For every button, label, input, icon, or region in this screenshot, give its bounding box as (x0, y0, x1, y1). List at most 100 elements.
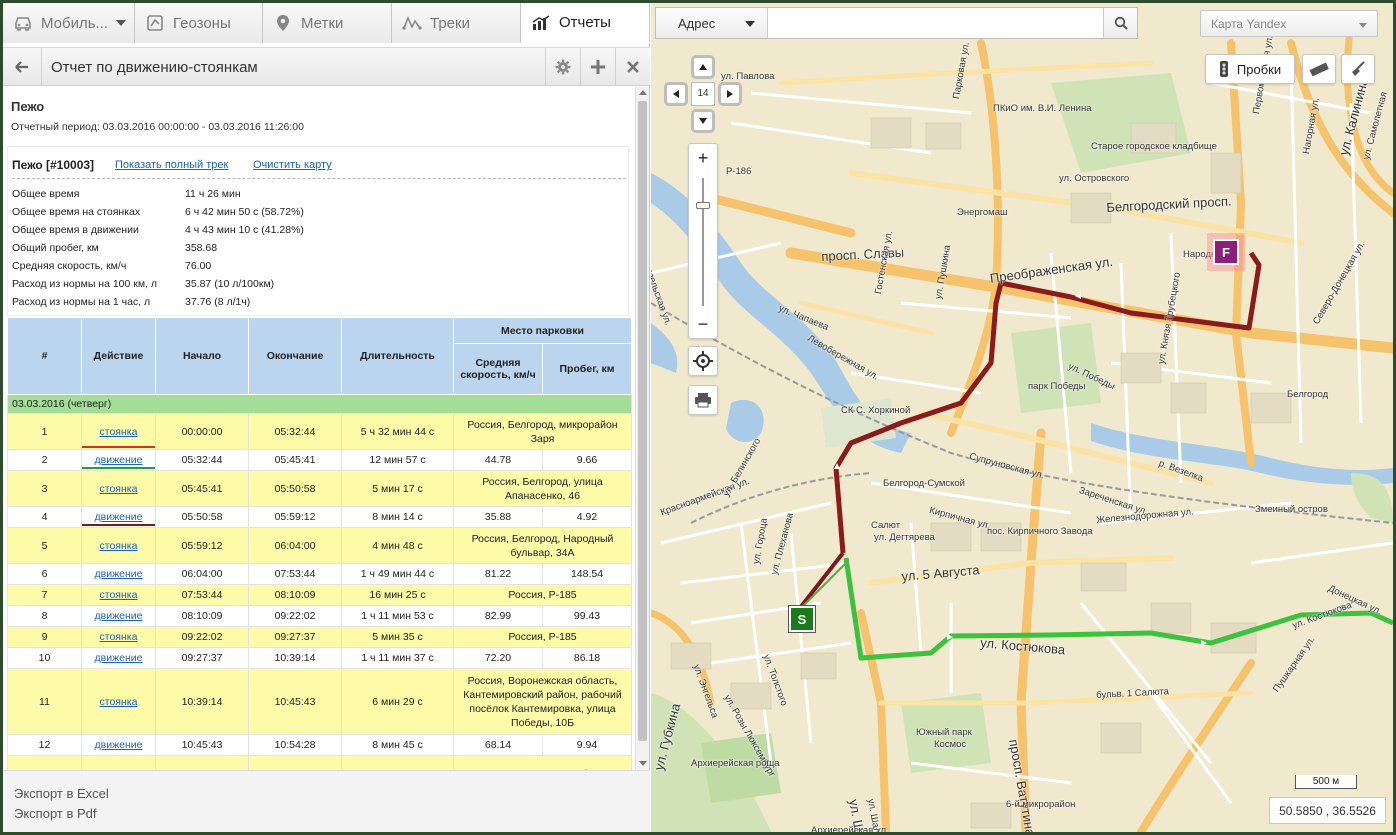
zoom-slider-handle[interactable] (696, 202, 710, 209)
cell-start: 08:10:09 (155, 605, 249, 627)
zoom-in-button[interactable]: + (689, 144, 717, 172)
ruler-button[interactable] (1302, 54, 1336, 84)
address-search-button[interactable] (1103, 8, 1137, 38)
col-header-start[interactable]: Начало (155, 317, 249, 395)
scrollbar[interactable] (635, 87, 649, 770)
scroll-down-icon[interactable] (639, 761, 647, 766)
table-row[interactable]: 3 стоянка 05:45:41 05:50:58 5 мин 17 с Россия… (7, 470, 633, 507)
back-button[interactable] (3, 48, 42, 86)
col-header-avg-speed[interactable]: Средняя скорость, км/ч (453, 343, 543, 395)
scroll-up-icon[interactable] (639, 90, 647, 95)
map-provider-label: Карта Yandex (1211, 17, 1287, 31)
tab-marks[interactable]: Метки (263, 3, 392, 43)
map-canvas[interactable] (651, 3, 1393, 832)
add-button[interactable] (580, 48, 615, 86)
show-full-track-link[interactable]: Показать полный трек (115, 159, 228, 171)
close-button[interactable] (615, 48, 650, 86)
action-link[interactable]: движение (95, 511, 143, 523)
cell-avg-speed: 81.22 (453, 563, 543, 585)
scrollbar-thumb[interactable] (638, 101, 647, 741)
tab-reports[interactable]: Отчеты (521, 3, 650, 43)
action-link[interactable]: стоянка (100, 589, 138, 601)
table-row[interactable]: 4 движение 05:50:58 05:59:12 8 мин 14 с 35.88… (7, 506, 633, 528)
cell-avg-speed: 68.14 (453, 734, 543, 756)
address-input[interactable] (769, 8, 1103, 38)
col-header-num[interactable]: # (7, 317, 82, 395)
action-link[interactable]: стоянка (100, 426, 138, 438)
map-view[interactable]: ул. Павлова ПКиО им. В.И. Ленина Старое го… (651, 3, 1393, 832)
action-link[interactable]: движение (95, 454, 143, 466)
pan-down-button[interactable] (691, 109, 715, 133)
clear-track-button[interactable] (1341, 54, 1375, 84)
tab-vehicles[interactable]: Мобиль... (3, 3, 135, 43)
stat-label: Средняя скорость, км/ч (12, 260, 127, 272)
chart-icon (531, 13, 551, 33)
export-excel-link[interactable]: Экспорт в Excel (14, 786, 109, 801)
map-scale: 500 м (1295, 775, 1357, 789)
cell-distance: 148.54 (541, 563, 633, 585)
pan-left-button[interactable] (664, 82, 688, 106)
action-link[interactable]: движение (95, 652, 143, 664)
table-row[interactable]: 12 движение 10:45:43 10:54:28 8 мин 45 с 68.1… (7, 734, 633, 756)
finish-marker[interactable]: F (1213, 239, 1239, 265)
action-link[interactable]: стоянка (100, 631, 138, 643)
chevron-down-icon[interactable] (116, 20, 126, 26)
col-header-action[interactable]: Действие (81, 317, 156, 395)
table-row[interactable]: 2 движение 05:32:44 05:45:41 12 мин 57 с 44.7… (7, 449, 633, 471)
cell-action: стоянка (81, 668, 156, 735)
zoom-control: + − (688, 143, 718, 339)
traffic-button[interactable]: Пробки (1205, 54, 1295, 84)
pan-up-button[interactable] (691, 55, 715, 79)
table-row[interactable]: 9 стоянка 09:22:02 09:27:37 5 мин 35 с Россия… (7, 626, 633, 648)
tab-label: Отчеты (559, 14, 611, 31)
map-provider-select[interactable]: Карта Yandex (1200, 10, 1378, 37)
tab-tracks[interactable]: Треки (392, 3, 521, 43)
cell-action: стоянка (81, 584, 156, 606)
cell-place: Россия, Белгород, Народный бульвар, 34А (452, 527, 633, 564)
stat-value: 4 ч 43 мин 10 с (41.28%) (185, 224, 304, 236)
table-row[interactable]: 7 стоянка 07:53:44 08:10:09 16 мин 25 с Росси… (7, 584, 633, 606)
col-header-distance[interactable]: Пробег, км (541, 343, 633, 395)
print-button[interactable] (688, 385, 718, 415)
cell-duration: 1 ч 11 мин 53 с (341, 605, 454, 627)
cell-avg-speed: 35.88 (453, 506, 543, 528)
cell-place: Россия, Воронежская область, (452, 755, 633, 770)
table-row[interactable]: 11 стоянка 10:39:14 10:45:43 6 мин 29 с Росси… (7, 668, 633, 735)
report-header: Отчет по движению-стоянкам (3, 47, 650, 86)
settings-button[interactable] (545, 48, 580, 86)
action-link[interactable]: стоянка (100, 483, 138, 495)
action-link[interactable]: стоянка (100, 696, 138, 708)
table-row[interactable]: 5 стоянка 05:59:12 06:04:00 4 мин 48 с Россия… (7, 527, 633, 564)
export-pdf-link[interactable]: Экспорт в Pdf (14, 806, 97, 821)
cell-duration: 1 ч 49 мин 44 с (341, 563, 454, 585)
pan-right-button[interactable] (718, 82, 742, 106)
traffic-label: Пробки (1236, 61, 1282, 77)
action-link[interactable]: движение (95, 568, 143, 580)
table-row[interactable]: 6 движение 06:04:00 07:53:44 1 ч 49 мин 44 с… (7, 563, 633, 585)
cell-duration: 16 мин 25 с (341, 584, 454, 606)
action-link[interactable]: движение (95, 610, 143, 622)
stat-value: 6 ч 42 мин 50 с (58.72%) (185, 206, 304, 218)
col-header-end[interactable]: Окончание (248, 317, 342, 395)
address-mode-select[interactable]: Адрес (656, 8, 768, 38)
action-link[interactable]: движение (95, 739, 143, 751)
table-row[interactable]: 10 движение 09:27:37 10:39:14 1 ч 11 мин 37 … (7, 647, 633, 669)
action-link[interactable]: стоянка (100, 540, 138, 552)
stat-row: Расход из нормы на 100 км, л 35.87 (10 л/… (12, 278, 274, 290)
locate-button[interactable] (688, 346, 718, 376)
cell-duration: 5 ч 32 мин 44 с (341, 413, 454, 450)
zoom-track[interactable] (702, 178, 704, 306)
cell-end: 06:04:00 (248, 527, 342, 564)
track-color-mark (82, 446, 155, 448)
map-label: Белгород (1287, 389, 1329, 400)
tab-geofences[interactable]: Геозоны (135, 3, 263, 43)
table-row[interactable]: 8 движение 08:10:09 09:22:02 1 ч 11 мин 53 с… (7, 605, 633, 627)
start-marker[interactable]: S (789, 606, 815, 632)
table-row[interactable]: 1 стоянка 00:00:00 05:32:44 5 ч 32 мин 44 сР… (7, 413, 633, 450)
table-row[interactable]: 13стоянка10:54:2811:25:3431 мин 6 сРосси… (7, 755, 633, 770)
arrow-left-icon (15, 61, 28, 73)
map-label: парк Победы (1028, 381, 1086, 392)
zoom-out-button[interactable]: − (689, 310, 717, 338)
clear-map-link[interactable]: Очистить карту (253, 159, 332, 171)
col-header-duration[interactable]: Длительность (341, 317, 454, 395)
